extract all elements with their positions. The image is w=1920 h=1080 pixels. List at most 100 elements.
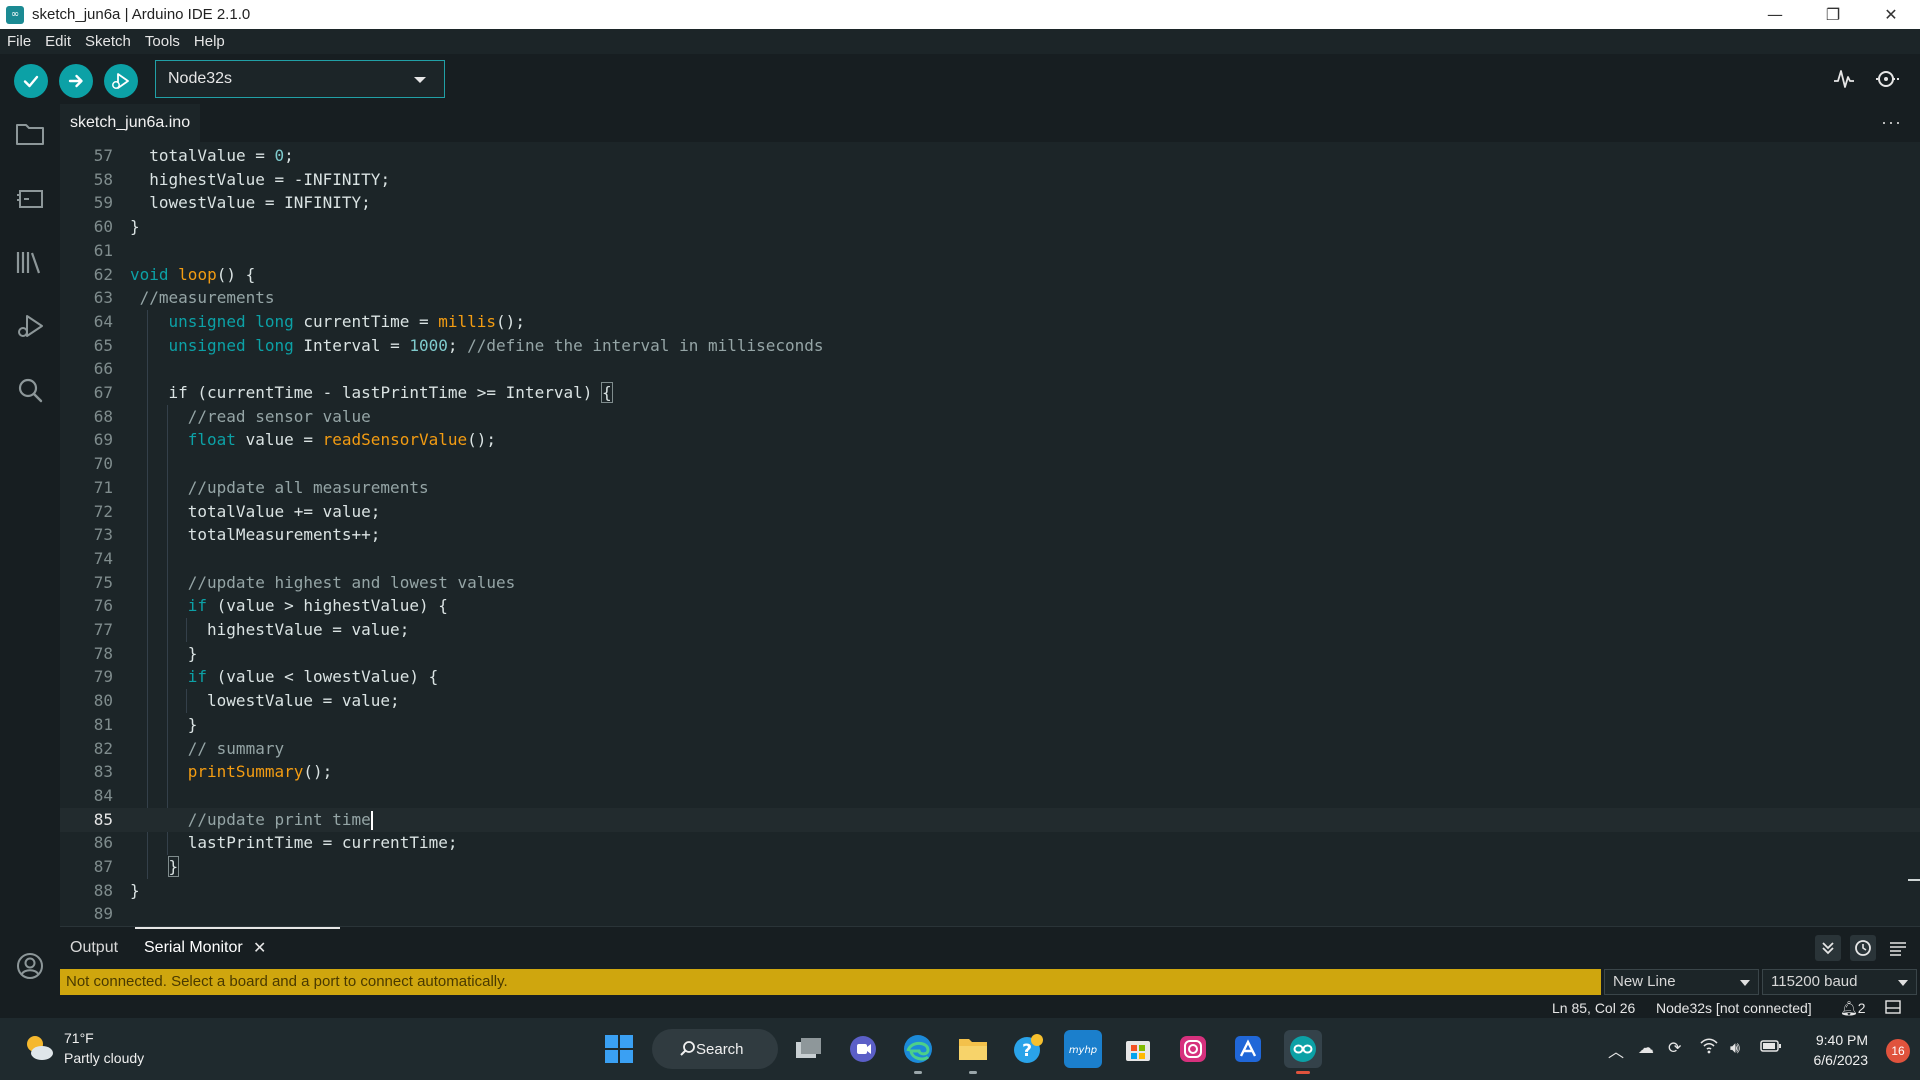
code-line[interactable]: 69 float value = readSensorValue(); (60, 428, 1920, 452)
board-status[interactable]: Node32s [not connected] (1656, 1000, 1812, 1016)
code-line[interactable]: 82 // summary (60, 737, 1920, 761)
baud-rate-select[interactable]: 115200 baud (1762, 969, 1917, 995)
code-line[interactable]: 76 if (value > highestValue) { (60, 594, 1920, 618)
weather-widget[interactable]: 71°F Partly cloudy (22, 1028, 144, 1068)
menu-file[interactable]: File (0, 33, 38, 50)
serial-plotter-button[interactable] (1829, 64, 1859, 94)
battery-icon[interactable] (1760, 1038, 1782, 1057)
taskbar-search[interactable]: Search (652, 1029, 778, 1069)
date: 6/6/2023 (1813, 1052, 1869, 1068)
code-line[interactable]: 58 highestValue = -INFINITY; (60, 168, 1920, 192)
line-number: 63 (93, 288, 113, 308)
line-number: 76 (93, 596, 113, 616)
serial-monitor-button[interactable] (1873, 64, 1903, 94)
notification-badge[interactable]: 16 (1886, 1039, 1910, 1063)
line-ending-select[interactable]: New Line (1604, 969, 1759, 995)
code-token: } (187, 714, 198, 734)
start-button[interactable] (600, 1030, 638, 1068)
debug-button[interactable] (104, 64, 138, 98)
code-line[interactable]: 85 //update print time (60, 807, 1920, 832)
chevron-up-icon[interactable]: ︿ (1608, 1038, 1624, 1062)
sketchbook-button[interactable] (12, 116, 48, 152)
maximize-button[interactable]: ❐ (1804, 0, 1862, 29)
code-line[interactable]: 65 unsigned long Interval = 1000; //defin… (60, 334, 1920, 358)
boards-manager-button[interactable] (12, 180, 48, 216)
library-manager-button[interactable] (12, 244, 48, 280)
cursor-position[interactable]: Ln 85, Col 26 (1552, 1000, 1635, 1016)
clear-output-button[interactable] (1885, 935, 1911, 961)
code-line[interactable]: 73 totalMeasurements++; (60, 523, 1920, 547)
teams-chat-button[interactable] (844, 1030, 882, 1068)
wifi-icon[interactable] (1699, 1038, 1719, 1058)
code-line[interactable]: 79 if (value < lowestValue) { (60, 665, 1920, 689)
close-window-button[interactable]: ✕ (1862, 0, 1920, 29)
code-line[interactable]: 77 highestValue = value; (60, 618, 1920, 642)
myhp-button[interactable]: myhp (1064, 1030, 1102, 1068)
windows-taskbar: 71°F Partly cloudy Search ? myhp ︿ ☁ ⟳ 🔊… (0, 1018, 1920, 1080)
code-line[interactable]: 89 (60, 902, 1920, 926)
code-line[interactable]: 63 //measurements (60, 286, 1920, 310)
account-button[interactable] (12, 948, 48, 984)
remote-app-button[interactable] (1229, 1030, 1267, 1068)
board-selector[interactable]: Node32s (155, 60, 445, 98)
instagram-button[interactable] (1174, 1030, 1212, 1068)
menu-sketch[interactable]: Sketch (78, 33, 138, 50)
code-line[interactable]: 86 lastPrintTime = currentTime; (60, 831, 1920, 855)
task-view-button[interactable] (789, 1030, 827, 1068)
menu-tools[interactable]: Tools (138, 33, 187, 50)
code-line[interactable]: 60} (60, 215, 1920, 239)
code-line[interactable]: 72 totalValue += value; (60, 500, 1920, 524)
verify-button[interactable] (14, 64, 48, 98)
code-line[interactable]: 84 (60, 784, 1920, 808)
tab-serial-monitor[interactable]: Serial Monitor (144, 939, 243, 957)
code-line[interactable]: 66 (60, 357, 1920, 381)
arduino-ide-button[interactable] (1284, 1030, 1322, 1074)
debug-view-button[interactable] (12, 308, 48, 344)
code-line[interactable]: 74 (60, 547, 1920, 571)
upload-button[interactable] (59, 64, 93, 98)
instagram-icon (1180, 1036, 1206, 1062)
code-line[interactable]: 59 lowestValue = INFINITY; (60, 191, 1920, 215)
code-line[interactable]: 64 unsigned long currentTime = millis(); (60, 310, 1920, 334)
search-button[interactable] (12, 372, 48, 408)
file-explorer-button[interactable] (954, 1030, 992, 1074)
code-line[interactable]: 67 if (currentTime - lastPrintTime >= Int… (60, 381, 1920, 405)
running-indicator (969, 1071, 977, 1074)
code-line[interactable]: 87} (60, 855, 1920, 879)
code-line[interactable]: 88} (60, 879, 1920, 903)
notifications-button[interactable]: 🔔︎2 (1840, 1000, 1866, 1017)
collapse-button[interactable] (1815, 935, 1841, 961)
code-line[interactable]: 78} (60, 642, 1920, 666)
onedrive-cloud-icon[interactable]: ☁ (1638, 1038, 1654, 1057)
editor-tab-sketch[interactable]: sketch_jun6a.ino (60, 104, 201, 142)
code-line[interactable]: 68 //read sensor value (60, 405, 1920, 429)
clear-output-icon (1890, 942, 1906, 956)
code-line[interactable]: 81} (60, 713, 1920, 737)
store-button[interactable] (1119, 1030, 1157, 1068)
code-line[interactable]: 70 (60, 452, 1920, 476)
code-token: unsigned (168, 335, 246, 355)
code-line[interactable]: 57 totalValue = 0; (60, 144, 1920, 168)
upload-icon (68, 74, 83, 88)
help-app-button[interactable]: ? (1009, 1030, 1047, 1068)
more-actions-icon[interactable]: ··· (1881, 112, 1902, 133)
sync-icon[interactable]: ⟳ (1668, 1038, 1681, 1057)
toggle-panel-button[interactable] (1885, 1000, 1901, 1017)
code-editor[interactable]: 57 totalValue = 0; 58 highestValue = -INFIN… (60, 142, 1920, 926)
menu-edit[interactable]: Edit (38, 33, 78, 50)
close-icon[interactable]: ✕ (253, 938, 266, 958)
clock[interactable]: 9:40 PM 6/6/2023 (1814, 1030, 1869, 1070)
code-line[interactable]: 75 //update highest and lowest values (60, 571, 1920, 595)
minimize-button[interactable]: — (1746, 0, 1804, 29)
code-line[interactable]: 80 lowestValue = value; (60, 689, 1920, 713)
code-text: //read sensor value (188, 405, 371, 429)
edge-button[interactable] (899, 1030, 937, 1074)
code-line[interactable]: 62 void loop() { (60, 263, 1920, 287)
timestamp-toggle[interactable] (1850, 935, 1876, 961)
code-line[interactable]: 61 (60, 239, 1920, 263)
volume-icon[interactable]: 🔊︎ (1730, 1038, 1740, 1058)
code-line[interactable]: 83 printSummary(); (60, 760, 1920, 784)
tab-output[interactable]: Output (70, 939, 118, 957)
code-line[interactable]: 71 //update all measurements (60, 476, 1920, 500)
menu-help[interactable]: Help (187, 33, 232, 50)
